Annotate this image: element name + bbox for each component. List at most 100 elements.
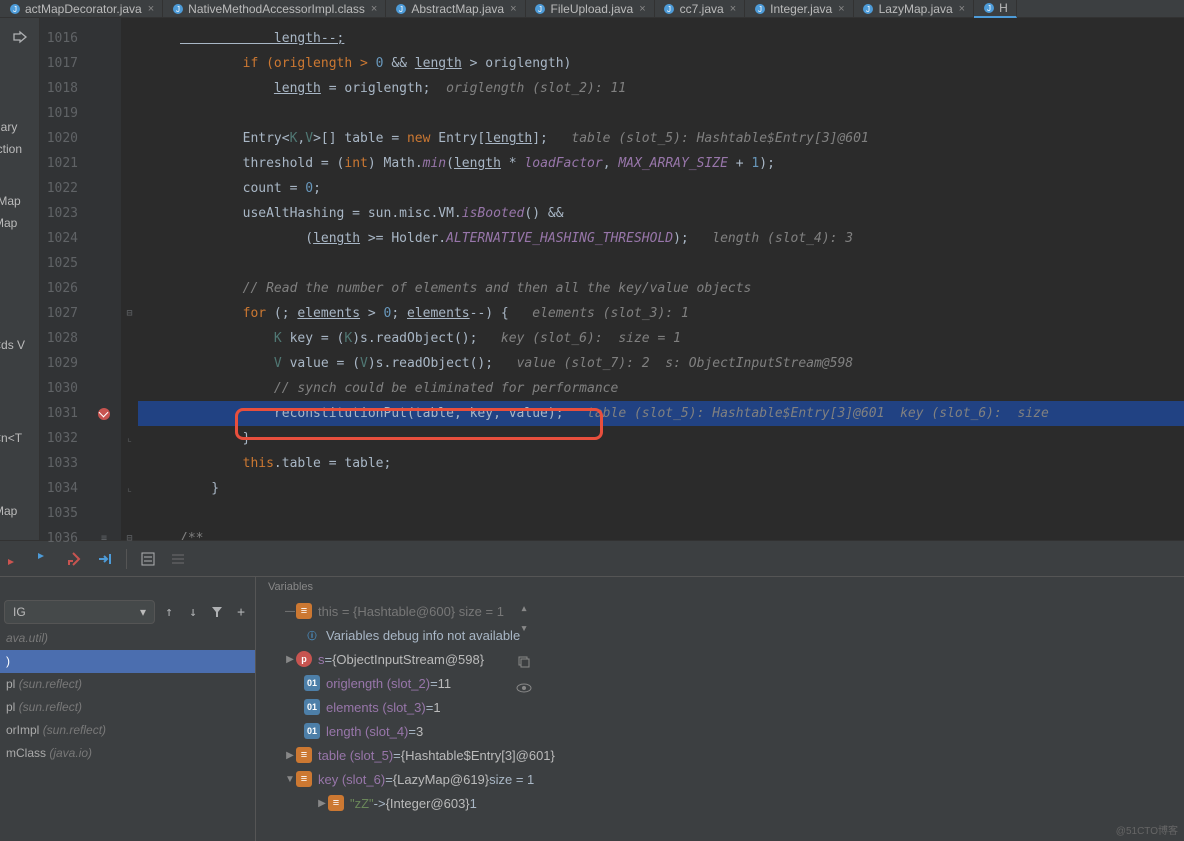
evaluate-expression-icon[interactable] [139,550,157,568]
add-frame-icon[interactable]: + [231,602,251,622]
var-row-info: ⓘVariables debug info not available [256,623,1184,647]
step-out-icon[interactable] [66,550,84,568]
close-icon[interactable]: × [959,3,965,15]
tab-label: NativeMethodAccessorImpl.class [188,2,365,16]
fold-marker-icon[interactable]: ⊟ [126,308,132,319]
primitive-icon: 01 [304,675,320,691]
watch-icon[interactable] [515,679,533,697]
line-number: 1020 [40,126,88,151]
debug-pane: IG▾ ↑ ↓ + ava.util) ) pl (sun.reflect) p… [0,576,1184,841]
copy-icon[interactable] [515,653,533,671]
frames-controls: IG▾ ↑ ↓ + [0,597,255,627]
line-number: 1028 [40,326,88,351]
frame-item[interactable]: pl (sun.reflect) [0,673,255,696]
variables-tree: —≡this = {Hashtable@600} size = 1 ⓘVaria… [256,597,1184,815]
filter-icon[interactable] [207,602,227,622]
tab-label: FileUpload.java [551,2,634,16]
line-number: 1023 [40,201,88,226]
editor-tab-bar: JactMapDecorator.java× J NativeMethodAcce… [0,0,1184,18]
var-row[interactable]: 01length (slot_4) = 3 [256,719,1184,743]
var-row[interactable]: ▶≡"zZ" -> {Integer@603} 1 [256,791,1184,815]
watermark: @51CTO博客 [1116,822,1178,837]
var-row[interactable]: ▶ps = {ObjectInputStream@598} [256,647,1184,671]
svg-text:J: J [758,5,762,14]
scroll-down-icon[interactable]: ▾ [515,619,533,637]
var-row[interactable]: ▼≡key (slot_6) = {LazyMap@619} size = 1 [256,767,1184,791]
variables-pane: Variables ▴ ▾ —≡this = {Hashtable@600} s… [256,577,1184,841]
tab-4[interactable]: Jcc7.java × [655,0,745,18]
side-label: n<T> [0,431,22,445]
close-icon[interactable]: × [730,3,736,15]
line-number-gutter: 1016 1017 1018 1019 1020 1021 1022 1023 … [40,18,88,540]
var-row[interactable]: 01origlength (slot_2) = 11 [256,671,1184,695]
fold-gutter[interactable]: ⊟ ⌞ ⌞ ⊟ [120,18,138,540]
line-number: 1024 [40,226,88,251]
code-editor[interactable]: length--; if (origlength > 0 && length >… [138,18,1184,540]
fold-end-icon: ⌞ [126,433,132,444]
var-row[interactable]: —≡this = {Hashtable@600} size = 1 [256,599,1184,623]
thread-dropdown[interactable]: IG▾ [4,600,155,624]
var-row[interactable]: ▶≡table (slot_5) = {Hashtable$Entry[3]@6… [256,743,1184,767]
line-number: 1030 [40,376,88,401]
expander-icon[interactable]: ▶ [284,750,296,761]
frame-item[interactable]: orImpl (sun.reflect) [0,719,255,742]
tab-7[interactable]: JH [974,0,1017,18]
fold-end-icon: ⌞ [126,483,132,494]
line-number: 1029 [40,351,88,376]
tab-3[interactable]: JFileUpload.java× [526,0,655,18]
close-icon[interactable]: × [148,3,154,15]
next-frame-icon[interactable]: ↓ [183,602,203,622]
frame-item[interactable]: mClass (java.io) [0,742,255,765]
java-icon: J [171,3,184,16]
java-icon: J [862,3,875,16]
tab-0[interactable]: JactMapDecorator.java× [0,0,163,18]
close-icon[interactable]: × [639,3,645,15]
breakpoint-gutter[interactable]: ≡ [88,18,120,540]
line-number: 1022 [40,176,88,201]
line-number: 1036 [40,526,88,551]
expander-icon[interactable]: ▼ [284,774,296,785]
java-icon: J [982,2,995,15]
primitive-icon: 01 [304,699,320,715]
line-number: 1035 [40,501,88,526]
array-icon: ≡ [296,747,312,763]
line-number: 1033 [40,451,88,476]
svg-text:J: J [987,4,991,13]
array-icon: ≡ [296,771,312,787]
trace-icon[interactable] [169,550,187,568]
tab-1[interactable]: J NativeMethodAccessorImpl.class × [163,0,386,18]
run-to-cursor-icon[interactable] [96,550,114,568]
close-icon[interactable]: × [371,3,377,15]
param-icon: p [296,651,312,667]
line-number: 1021 [40,151,88,176]
side-label: Map [0,216,17,230]
chevron-down-icon: ▾ [140,605,146,619]
line-number: 1027 [40,301,88,326]
expander-icon[interactable]: ▶ [316,798,328,809]
expander-icon[interactable]: ▶ [284,654,296,665]
tab-2[interactable]: JAbstractMap.java× [386,0,525,18]
step-over-icon[interactable] [6,550,24,568]
prev-frame-icon[interactable]: ↑ [159,602,179,622]
frames-pane: IG▾ ↑ ↓ + ava.util) ) pl (sun.reflect) p… [0,577,256,841]
tab-5[interactable]: JInteger.java× [745,0,853,18]
frame-item[interactable]: pl (sun.reflect) [0,696,255,719]
var-row[interactable]: 01elements (slot_3) = 1 [256,695,1184,719]
scroll-up-icon[interactable]: ▴ [515,599,533,617]
tab-label: cc7.java [680,2,724,16]
step-into-icon[interactable] [36,550,54,568]
breakpoint-icon[interactable] [88,401,120,426]
side-label: Map [0,504,17,518]
debug-toolbar [0,540,1184,576]
fold-marker-icon[interactable]: ⊟ [126,533,132,544]
frame-item[interactable]: ) [0,650,255,673]
readonly-icon[interactable] [12,30,28,50]
close-icon[interactable]: × [838,3,844,15]
close-icon[interactable]: × [510,3,516,15]
svg-text:J: J [667,5,671,14]
line-number: 1019 [40,101,88,126]
tab-6[interactable]: JLazyMap.java× [854,0,974,18]
frame-item[interactable]: ava.util) [0,627,255,650]
line-number: 1026 [40,276,88,301]
java-icon: J [753,3,766,16]
